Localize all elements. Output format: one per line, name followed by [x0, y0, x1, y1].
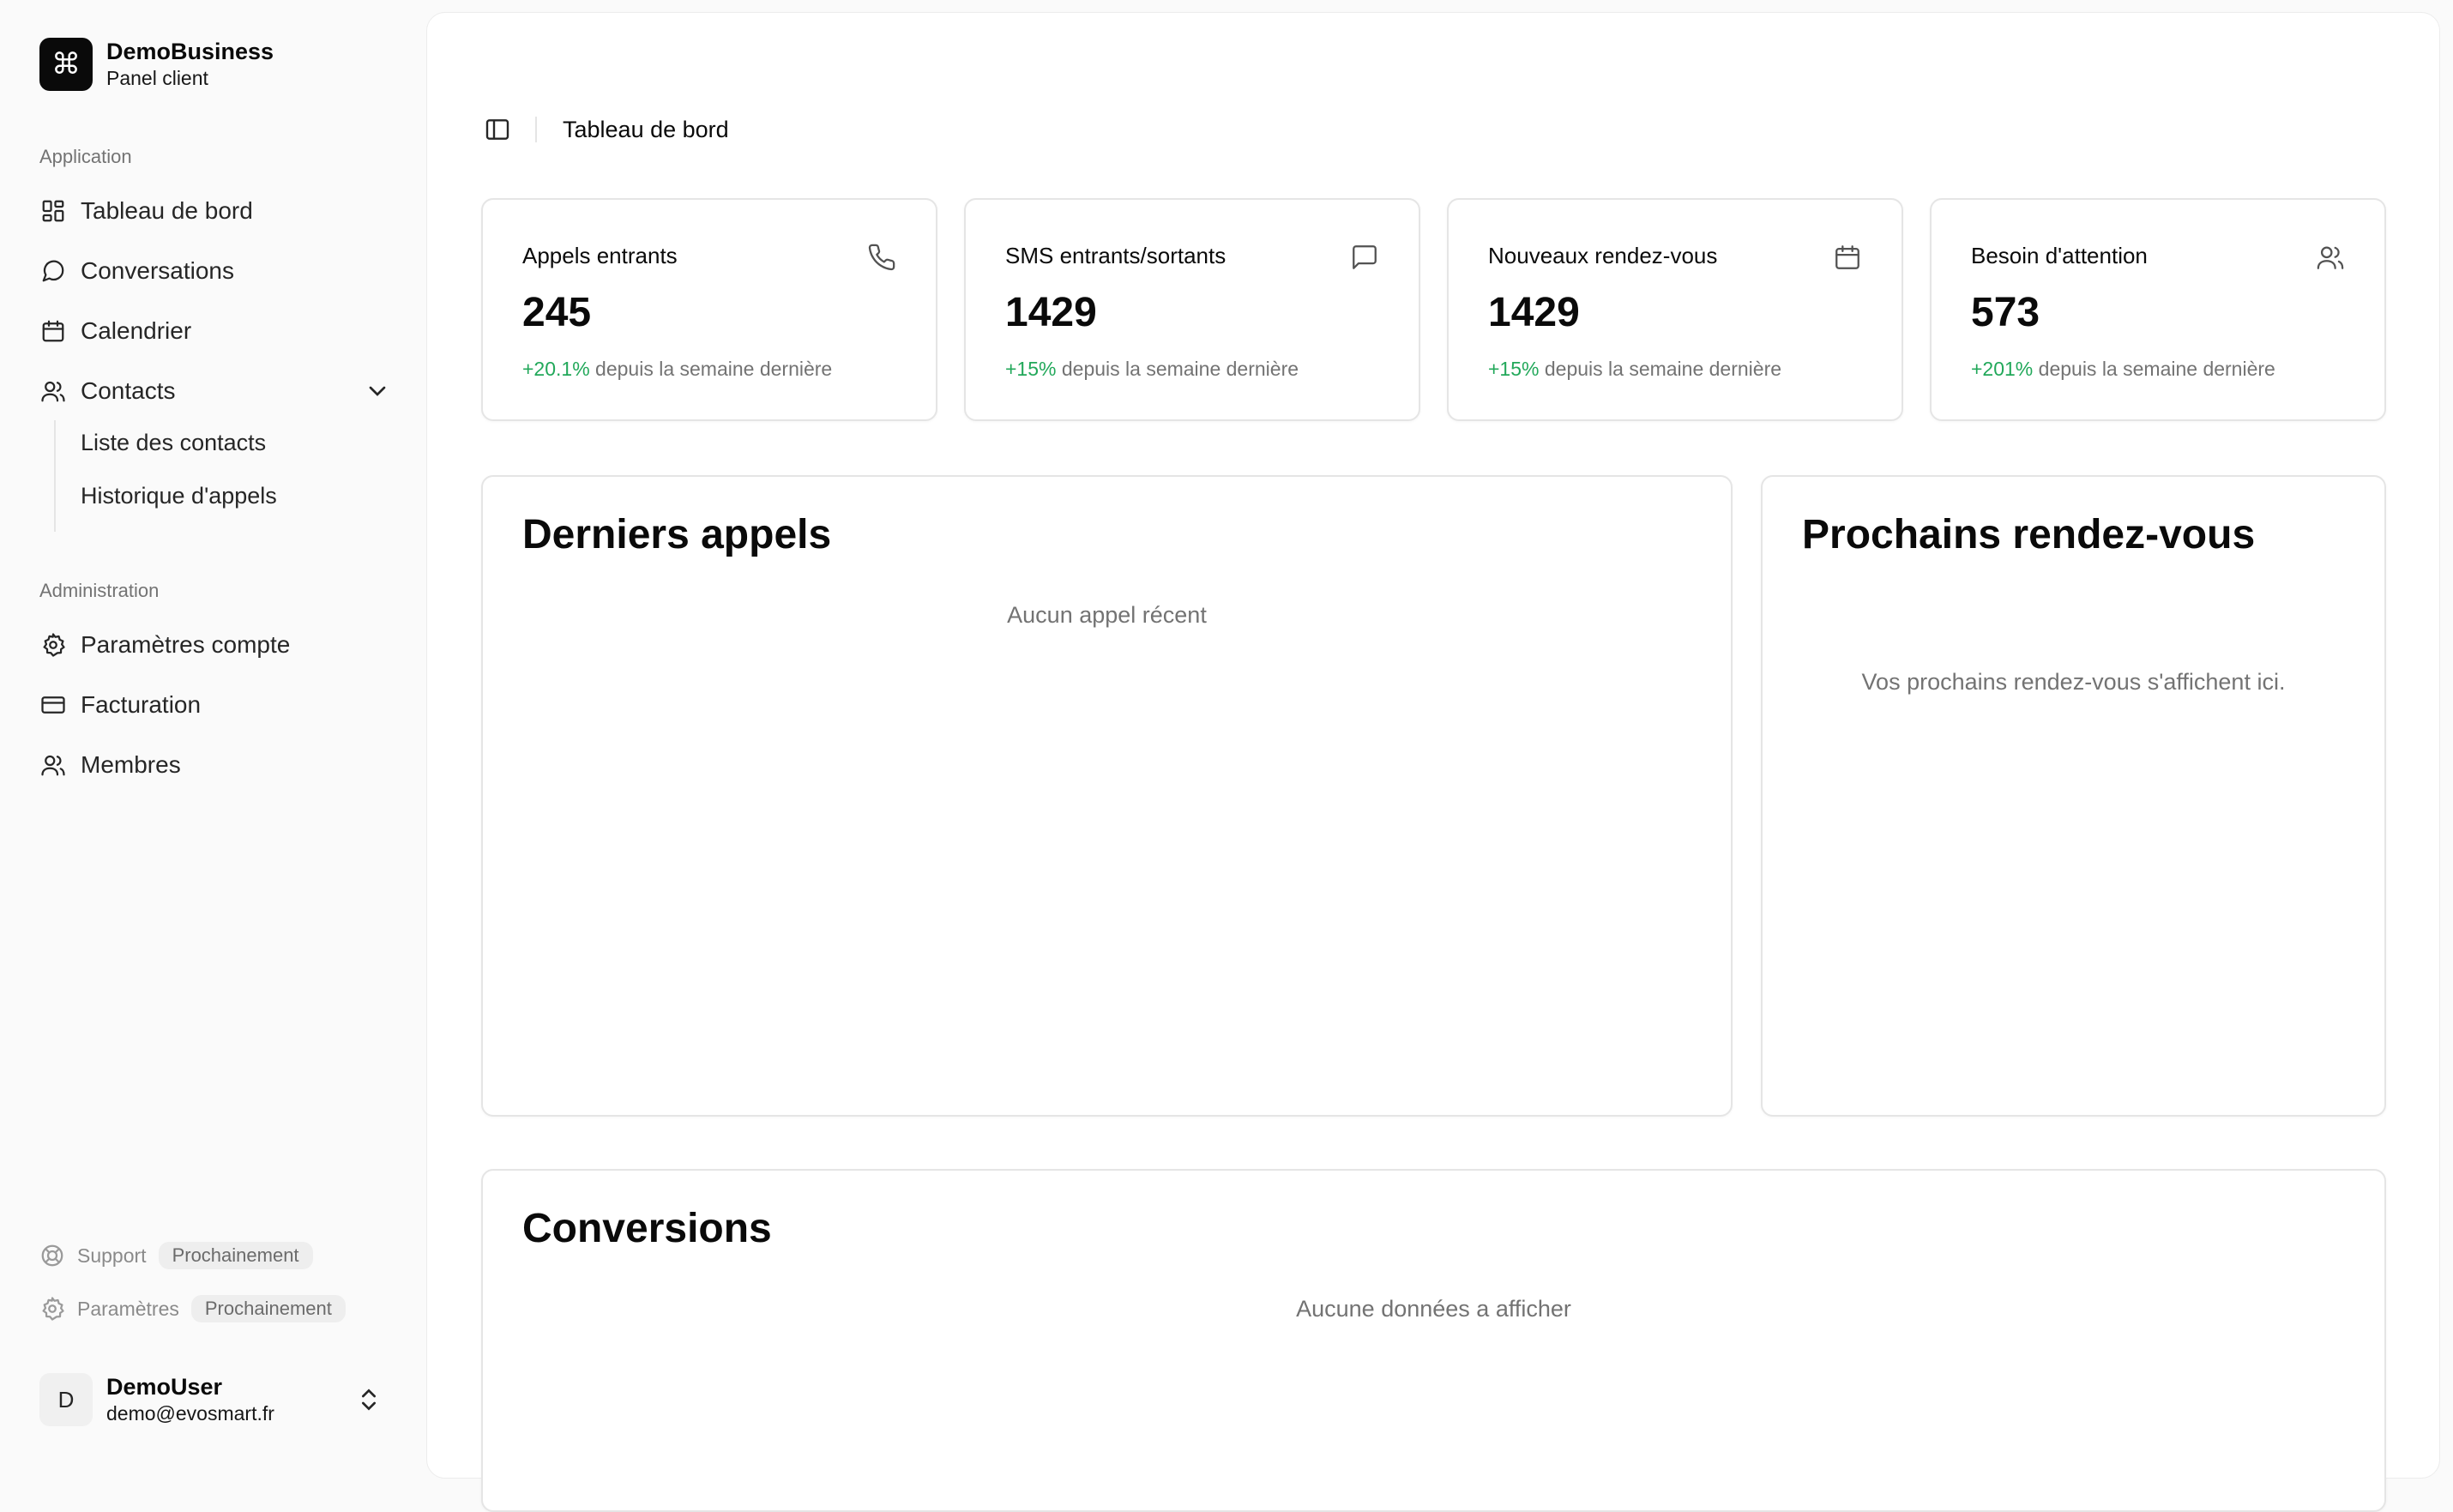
conversions-card: Conversions Aucune données a afficher	[481, 1169, 2386, 1512]
stat-card-needs-attention: Besoin d'attention 573 +201% depuis la s…	[1930, 198, 2386, 421]
coming-soon-badge: Prochainement	[190, 1295, 346, 1322]
command-logo-icon: ⌘	[39, 38, 93, 91]
change-suffix: depuis la semaine dernière	[2038, 358, 2275, 380]
stat-value: 245	[522, 290, 592, 335]
topbar: Tableau de bord	[484, 104, 729, 155]
user-email: demo@evosmart.fr	[106, 1402, 274, 1425]
sidebar-item-label: Contacts	[81, 377, 176, 404]
stat-card-new-appointments: Nouveaux rendez-vous 1429 +15% depuis la…	[1447, 198, 1903, 421]
sidebar-item-settings[interactable]: Paramètres Prochainement	[39, 1292, 346, 1326]
sidebar-item-billing[interactable]: Facturation	[39, 681, 391, 729]
change-suffix: depuis la semaine dernière	[1544, 358, 1782, 380]
chevrons-up-down-icon[interactable]	[355, 1386, 383, 1413]
change-percent: +201%	[1971, 358, 2034, 380]
breadcrumb: Tableau de bord	[563, 116, 729, 142]
change-percent: +15%	[1005, 358, 1057, 380]
calendar-icon	[1835, 245, 1859, 269]
sidebar-item-label: Tableau de bord	[81, 197, 253, 224]
sidebar-item-label: Membres	[81, 751, 181, 778]
divider	[535, 117, 537, 142]
stat-change: +20.1% depuis la semaine dernière	[522, 358, 832, 381]
stat-title: Appels entrants	[522, 243, 678, 268]
stat-card-incoming-calls: Appels entrants 245 +20.1% depuis la sem…	[481, 198, 937, 421]
recent-calls-card: Derniers appels Aucun appel récent	[481, 475, 1733, 1117]
group-label-application: Application	[39, 146, 132, 167]
phone-icon	[868, 244, 895, 271]
stat-title: Nouveaux rendez-vous	[1488, 243, 1718, 268]
avatar: D	[39, 1373, 93, 1426]
card-title: Prochains rendez-vous	[1802, 512, 2256, 557]
user-menu[interactable]: D DemoUser demo@evosmart.fr	[39, 1372, 391, 1427]
brand-subtitle: Panel client	[106, 67, 208, 89]
sidebar-item-label: Support	[77, 1244, 147, 1267]
sidebar-item-account-settings[interactable]: Paramètres compte	[39, 621, 391, 669]
change-percent: +15%	[1488, 358, 1540, 380]
sidebar-item-label: Calendrier	[81, 317, 192, 344]
sidebar-item-label: Paramètres compte	[81, 631, 291, 658]
group-label-administration: Administration	[39, 580, 160, 601]
gear-icon	[39, 631, 67, 659]
life-buoy-icon	[39, 1243, 65, 1268]
empty-state: Aucune données a afficher	[1296, 1296, 1571, 1322]
message-square-icon	[1353, 245, 1377, 269]
upcoming-appointments-card: Prochains rendez-vous Vos prochains rend…	[1761, 475, 2386, 1117]
stat-change: +15% depuis la semaine dernière	[1488, 358, 1781, 381]
stat-change: +15% depuis la semaine dernière	[1005, 358, 1299, 381]
brand[interactable]: ⌘ DemoBusiness Panel client	[39, 38, 274, 91]
empty-state: Vos prochains rendez-vous s'affichent ic…	[1861, 669, 2286, 695]
stat-value: 1429	[1005, 290, 1097, 335]
users-icon	[39, 751, 67, 779]
change-suffix: depuis la semaine dernière	[1061, 358, 1299, 380]
stat-value: 1429	[1488, 290, 1580, 335]
stat-title: SMS entrants/sortants	[1005, 243, 1226, 268]
sidebar-item-label: Facturation	[81, 691, 202, 718]
sidebar-toggle-icon[interactable]	[484, 116, 511, 143]
stat-change: +201% depuis la semaine dernière	[1971, 358, 2275, 381]
calendar-icon	[39, 317, 67, 345]
sidebar-item-members[interactable]: Membres	[39, 741, 391, 789]
sidebar-item-support[interactable]: Support Prochainement	[39, 1238, 313, 1273]
stat-title: Besoin d'attention	[1971, 243, 2148, 268]
sidebar-item-contacts[interactable]: Contacts	[39, 367, 391, 415]
sidebar: ⌘ DemoBusiness Panel client Application …	[0, 0, 426, 1467]
stat-card-sms: SMS entrants/sortants 1429 +15% depuis l…	[964, 198, 1420, 421]
sidebar-subitem-call-history[interactable]: Historique d'appels	[81, 483, 277, 509]
card-title: Derniers appels	[522, 512, 832, 557]
sidebar-item-label: Conversations	[81, 257, 234, 284]
card-title: Conversions	[522, 1206, 772, 1251]
dashboard-icon	[39, 197, 67, 225]
brand-name: DemoBusiness	[106, 39, 274, 64]
stat-value: 573	[1971, 290, 2040, 335]
empty-state: Aucun appel récent	[1007, 602, 1207, 628]
users-icon	[39, 377, 67, 405]
sidebar-item-label: Paramètres	[77, 1297, 179, 1320]
sidebar-item-dashboard[interactable]: Tableau de bord	[39, 187, 391, 235]
sidebar-subitem-contact-list[interactable]: Liste des contacts	[81, 430, 266, 456]
message-circle-icon	[39, 257, 67, 285]
user-name: DemoUser	[106, 1374, 223, 1400]
gear-icon	[39, 1296, 65, 1322]
sidebar-item-calendar[interactable]: Calendrier	[39, 307, 391, 355]
coming-soon-badge: Prochainement	[158, 1242, 313, 1269]
change-suffix: depuis la semaine dernière	[595, 358, 833, 380]
credit-card-icon	[39, 691, 67, 719]
main-panel: Tableau de bord Appels entrants 245 +20.…	[426, 12, 2440, 1512]
change-percent: +20.1%	[522, 358, 590, 380]
chevron-down-icon[interactable]	[364, 377, 391, 405]
sidebar-item-conversations[interactable]: Conversations	[39, 247, 391, 295]
users-icon	[2317, 246, 2344, 269]
submenu-guide-line	[54, 420, 56, 532]
